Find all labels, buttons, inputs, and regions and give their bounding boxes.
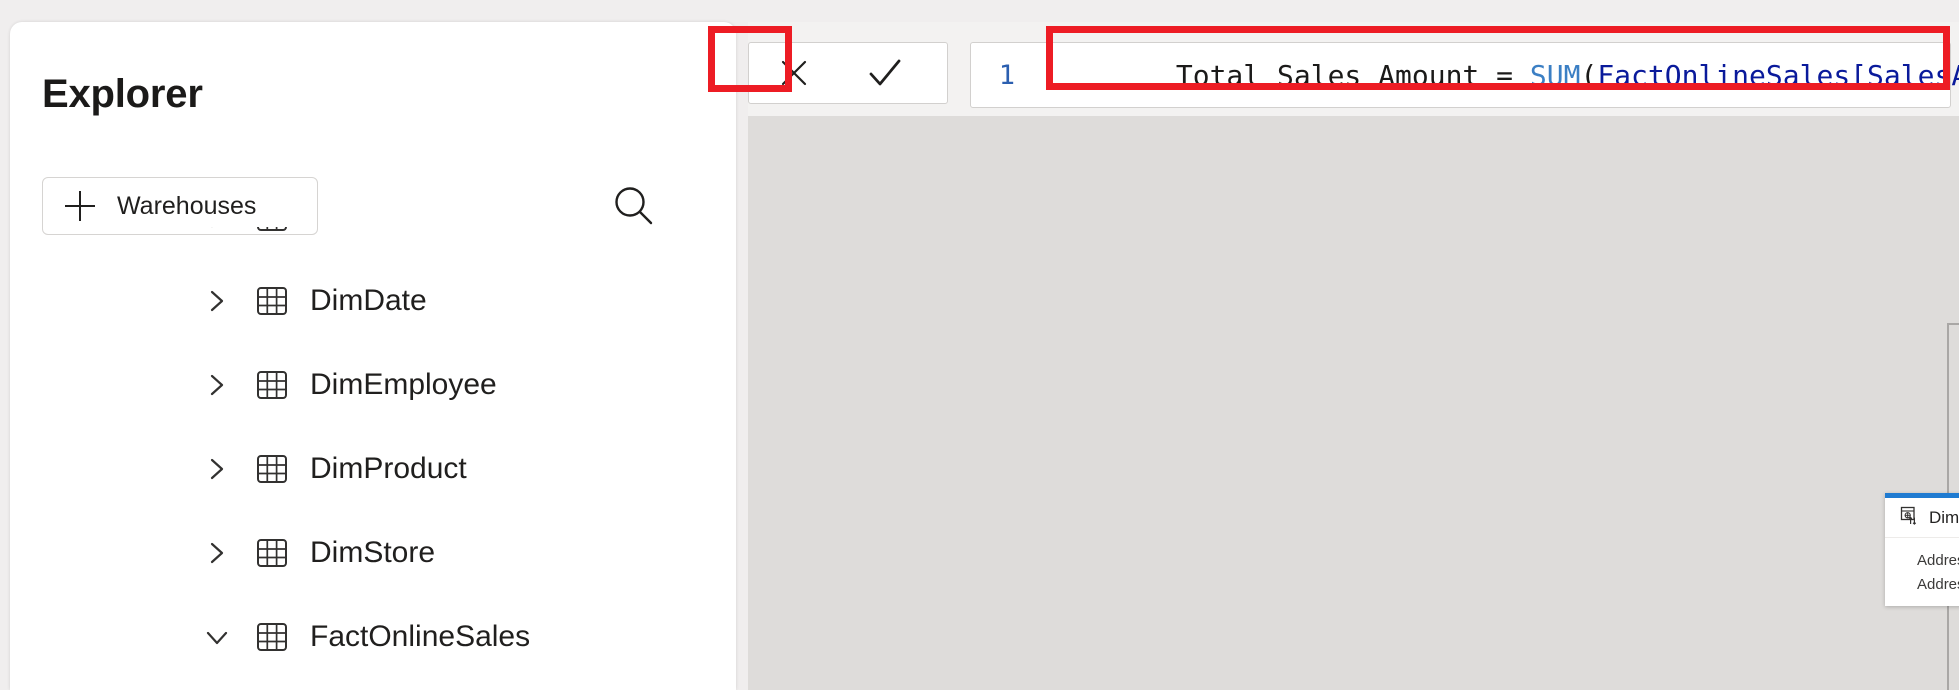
formula-input[interactable]: 1 Total Sales Amount = SUM(FactOnlineSal… [970, 42, 1959, 108]
tree-item-factonlinesales[interactable]: FactOnlineSales [10, 595, 736, 679]
card-title: DimCustomer [1929, 507, 1959, 527]
chevron-right-icon[interactable] [200, 284, 234, 318]
table-sort-icon [1899, 505, 1919, 530]
search-icon[interactable] [608, 180, 660, 232]
tree-item-dimcustomer[interactable]: DimCustomer [10, 227, 736, 259]
formula-token-paren-open: ( [1580, 58, 1598, 92]
field-item[interactable]: AddressLine1 [1885, 548, 1959, 572]
table-card-dimcustomer[interactable]: DimCustomer AddressLine1 [1885, 493, 1959, 606]
line-number: 1 [998, 59, 1015, 91]
chevron-right-icon[interactable] [200, 452, 234, 486]
formula-token-plain: Total Sales Amount = [1175, 58, 1530, 92]
app-root: Explorer Warehouses DimDate DimEmployee … [0, 0, 1959, 690]
cancel-formula-button[interactable] [749, 43, 839, 103]
page-title: Explorer [42, 72, 203, 116]
tree-item-dimemployee[interactable]: DimEmployee [10, 343, 736, 427]
model-diagram-canvas[interactable]: 1 DimEmployee [748, 116, 1959, 690]
close-icon [781, 60, 807, 86]
chevron-right-icon[interactable] [200, 368, 234, 402]
sidebar-scrollbar[interactable] [717, 22, 1454, 690]
tree-item-label: FactOnlineSales [310, 620, 531, 653]
checkmark-icon [869, 59, 901, 86]
formula-token-function: SUM [1529, 58, 1581, 92]
tree-item-dimdate[interactable]: DimDate [10, 259, 736, 343]
chevron-right-icon[interactable] [200, 227, 234, 234]
tree-item-label: DimDate [310, 284, 427, 317]
field-item[interactable]: AddressLine2 [1885, 572, 1959, 596]
formula-expression[interactable]: Total Sales Amount = SUM(FactOnlineSales… [1041, 26, 1959, 125]
table-icon [254, 227, 290, 235]
table-icon [254, 283, 290, 319]
chevron-right-icon[interactable] [200, 536, 234, 570]
tree-item-label: DimProduct [310, 452, 467, 485]
formula-token-column-ref: FactOnlineSales[SalesAmount] [1597, 58, 1959, 92]
chevron-down-icon[interactable] [200, 620, 234, 654]
tree-item-label: DimStore [310, 536, 436, 569]
tree-item-dimproduct[interactable]: DimProduct [10, 427, 736, 511]
formula-bar: 1 Total Sales Amount = SUM(FactOnlineSal… [748, 22, 1959, 116]
commit-formula-button[interactable] [839, 43, 931, 103]
table-icon [254, 367, 290, 403]
formula-action-group [748, 42, 948, 104]
tree-item-label: DimCustomer [310, 227, 493, 234]
card-field-list[interactable]: AddressLine1 AddressLine2 [1885, 538, 1959, 606]
add-warehouses-label: Warehouses [117, 191, 257, 220]
card-header: DimCustomer [1885, 498, 1959, 538]
tables-tree: DimCustomer [10, 227, 736, 690]
tree-item-label: DimEmployee [310, 368, 497, 401]
table-icon [254, 451, 290, 487]
table-icon [254, 535, 290, 571]
table-icon [254, 619, 290, 655]
plus-icon [65, 191, 95, 221]
tree-item-dimstore[interactable]: DimStore [10, 511, 736, 595]
explorer-panel: Explorer Warehouses DimDate DimEmployee … [10, 22, 736, 690]
